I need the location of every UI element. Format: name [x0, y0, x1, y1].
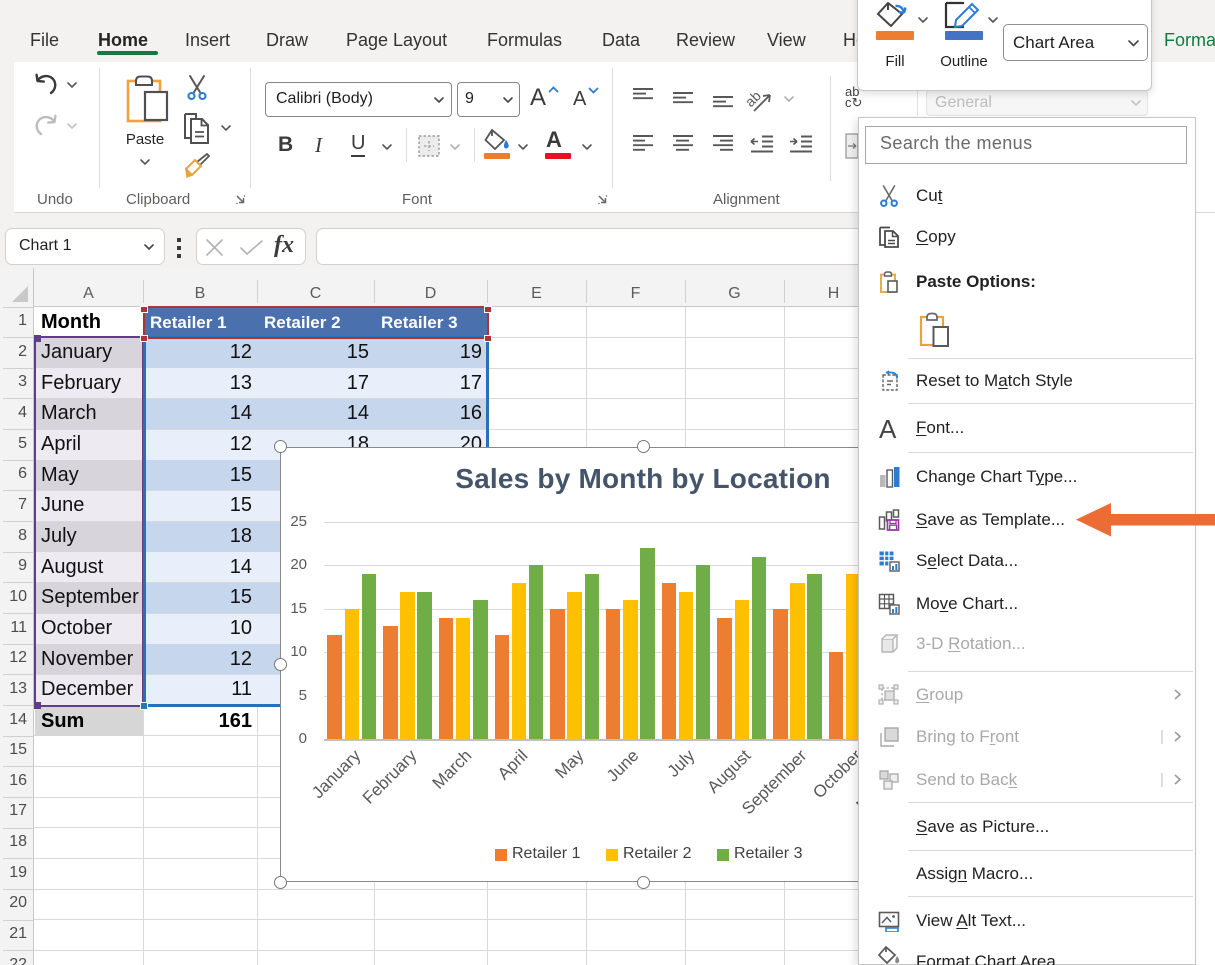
svg-text:ab: ab [745, 87, 764, 109]
